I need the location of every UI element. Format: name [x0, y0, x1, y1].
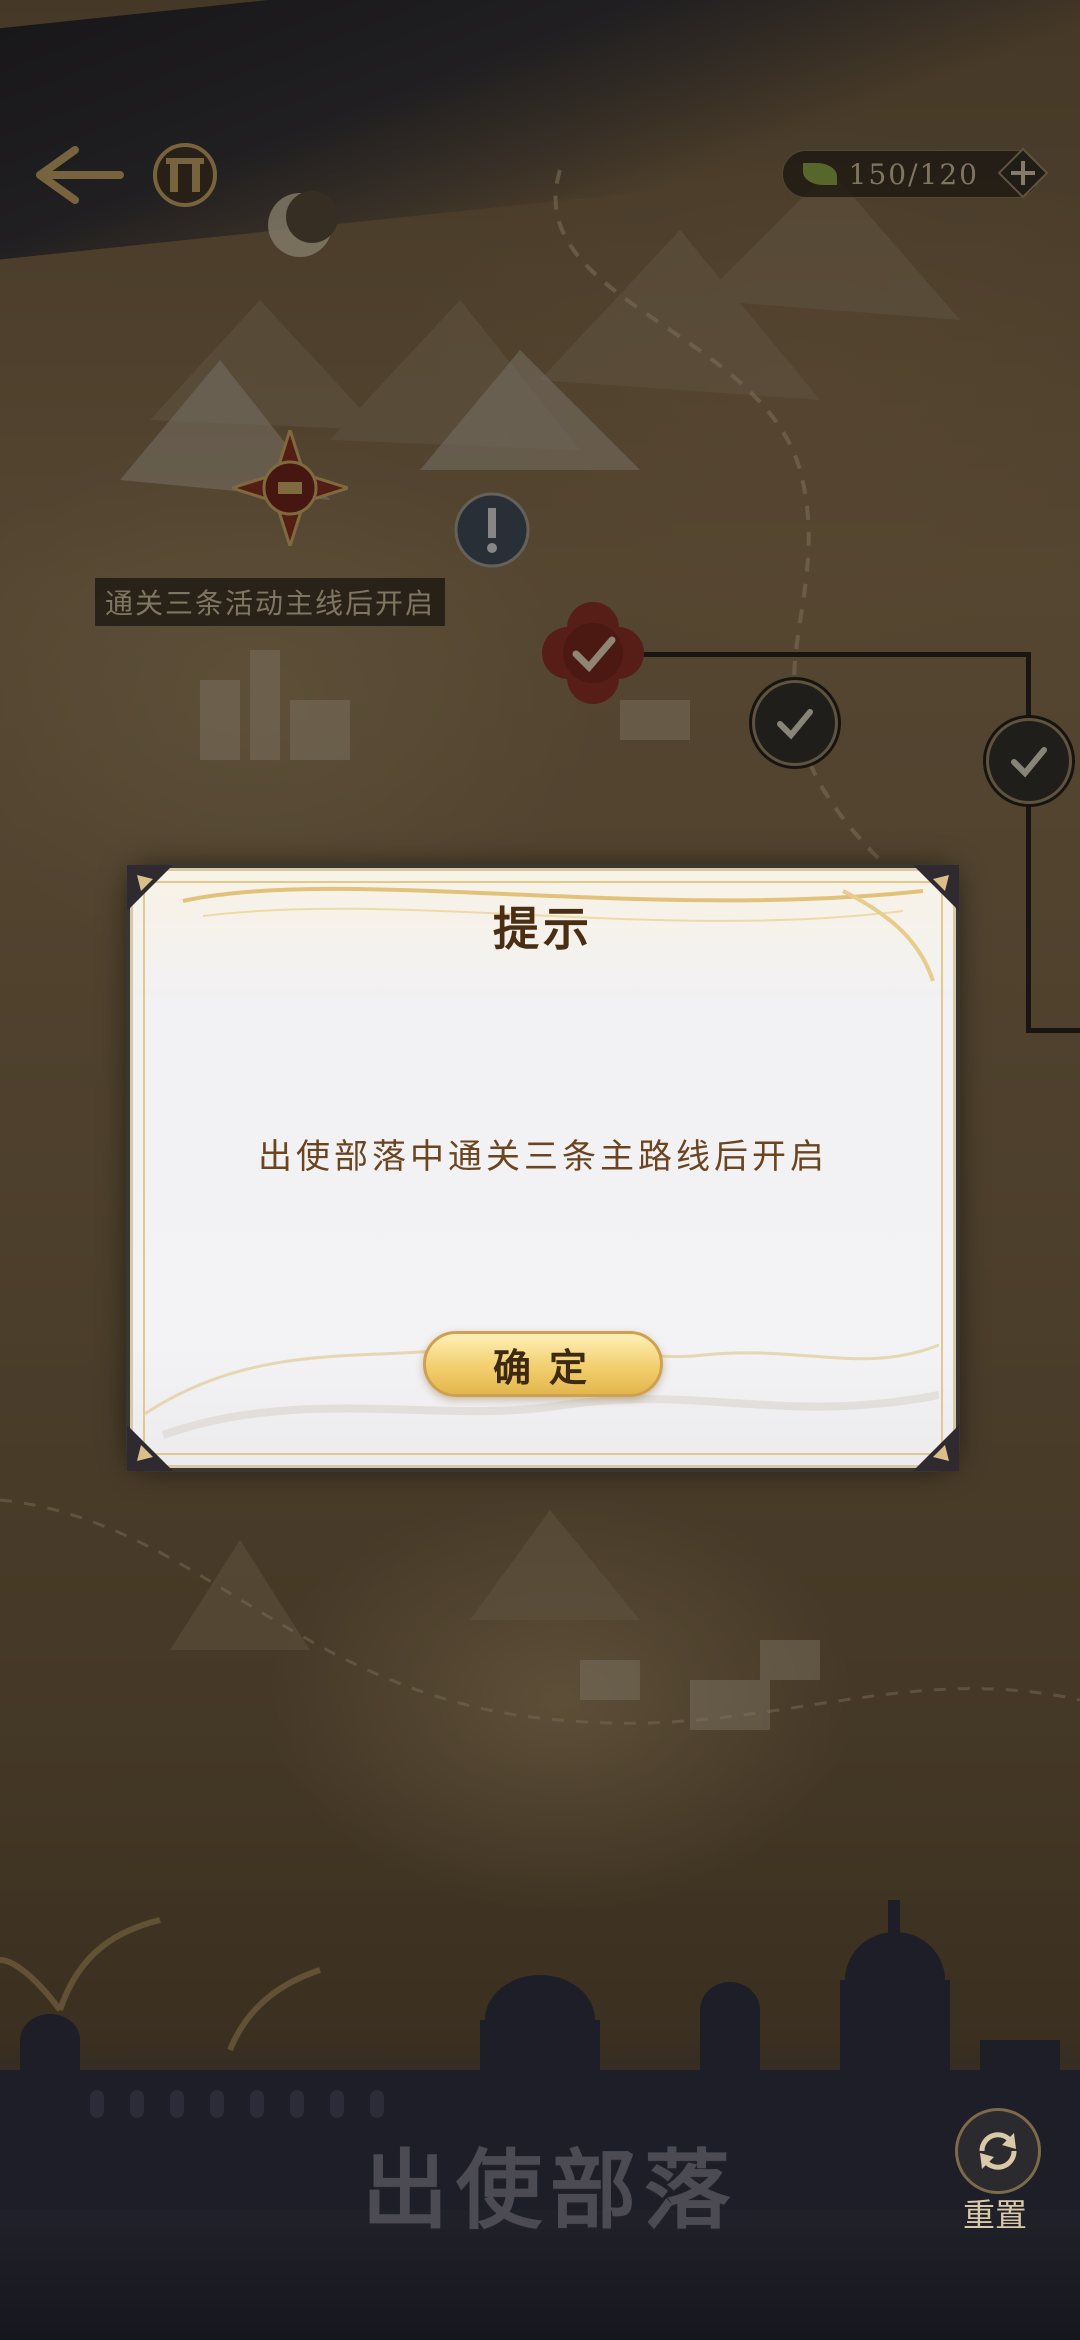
confirm-button[interactable]: 确定 [423, 1331, 663, 1397]
reset-button[interactable] [955, 2108, 1041, 2194]
footer-title: 出使部落 [362, 2140, 738, 2241]
dialog-title: 提示 [493, 902, 593, 956]
corner-ornament-icon [127, 1425, 173, 1471]
refresh-icon [979, 2132, 1017, 2170]
hint-dialog: 提示 出使部落中通关三条主路线后开启 确定 [127, 865, 959, 1471]
reset-label: 重置 [962, 2196, 1027, 2234]
dialog-message: 出使部落中通关三条主路线后开启 [258, 1137, 828, 1177]
corner-ornament-icon [913, 1425, 959, 1471]
